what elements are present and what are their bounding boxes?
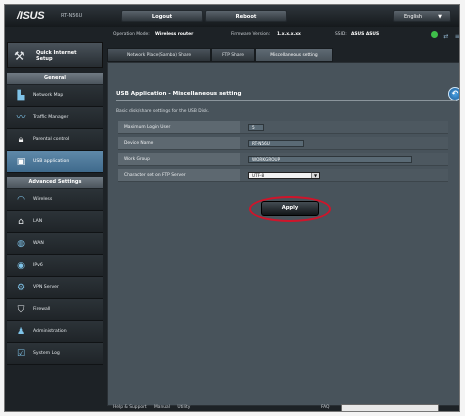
tab-ftp-share[interactable]: FTP Share	[211, 48, 255, 62]
quick-setup-label: Quick Internet Setup	[36, 50, 77, 62]
page-description: Basic disk/share settings for the USB Di…	[116, 109, 210, 114]
ssid-value: ASUS ASUS	[351, 32, 380, 37]
manual-link[interactable]: Manual	[154, 405, 170, 410]
op-mode-label: Operation Mode:	[113, 32, 150, 37]
utility-link[interactable]: Utility	[177, 405, 190, 410]
sidebar-item-traffic-manager[interactable]: 〰 Traffic Manager	[7, 107, 103, 129]
admin-icon: ♟	[16, 327, 26, 337]
sidebar-item-vpn-server[interactable]: ⚙ VPN Server	[7, 277, 103, 299]
status-icons: ⇄ ≡	[431, 31, 459, 40]
sidebar-item-administration[interactable]: ♟ Administration	[7, 321, 103, 343]
back-arrow-icon[interactable]: ↶	[448, 87, 459, 101]
router-admin-window: /ISUS RT-N56U Logout Reboot English ▼ Op…	[4, 4, 460, 412]
shield-icon: ⛉	[17, 305, 25, 315]
work-group-input[interactable]: WORKGROUP	[248, 156, 412, 163]
model-name: RT-N56U	[61, 13, 83, 19]
printer-status-icon[interactable]: ≡	[454, 33, 459, 40]
internet-status-icon[interactable]	[431, 31, 438, 38]
status-bar: Operation Mode: Wireless router Firmware…	[113, 29, 459, 41]
wifi-icon: ◠	[17, 195, 25, 205]
work-group-label: Work Group	[118, 153, 240, 166]
ssid-label: SSID:	[335, 32, 347, 37]
title-divider	[116, 100, 456, 101]
faq-label: FAQ	[321, 405, 330, 410]
advanced-header: Advanced Settings	[7, 177, 103, 188]
language-value: English	[404, 14, 423, 20]
charset-select[interactable]: UTF-8 ▼	[248, 172, 320, 179]
tab-miscellaneous-setting[interactable]: Miscellaneous setting	[255, 48, 333, 62]
max-login-input[interactable]: 5	[248, 124, 264, 131]
usb-status-icon[interactable]: ⇄	[442, 33, 449, 40]
firmware-label: Firmware Version:	[231, 32, 271, 37]
sidebar-item-firewall[interactable]: ⛉ Firewall	[7, 299, 103, 321]
ipv6-icon: ◉	[17, 261, 25, 271]
device-name-input[interactable]: RT-N56U	[248, 140, 304, 147]
max-login-label: Maximum Login User	[118, 121, 240, 134]
sidebar-item-ipv6[interactable]: ◉ IPv6	[7, 255, 103, 277]
wand-icon: ⚒	[14, 49, 25, 63]
setting-row-device-name: Device Name RT-N56U	[118, 137, 448, 150]
help-support-link[interactable]: Help & Support	[113, 405, 147, 410]
log-icon: ☑	[16, 349, 26, 359]
content-panel: USB Application - Miscellaneous setting …	[107, 62, 459, 406]
sidebar-item-usb-application[interactable]: ▣ USB application	[7, 151, 103, 173]
faq-search-input[interactable]	[341, 404, 439, 411]
setting-row-work-group: Work Group WORKGROUP	[118, 153, 448, 166]
language-select[interactable]: English ▼	[393, 10, 451, 22]
sidebar-item-wireless[interactable]: ◠ Wireless	[7, 189, 103, 211]
sidebar-item-lan[interactable]: ⌂ LAN	[7, 211, 103, 233]
charset-label: Character set on FTP Server	[118, 169, 240, 182]
house-icon: ⌂	[18, 217, 24, 227]
page-title: USB Application - Miscellaneous setting	[116, 91, 242, 97]
network-map-icon: ▙	[17, 91, 25, 101]
sidebar-item-network-map[interactable]: ▙ Network Map	[7, 85, 103, 107]
tab-network-place-share[interactable]: Network Place(Samba) Share	[107, 48, 211, 62]
reboot-button[interactable]: Reboot	[205, 10, 287, 22]
brand-logo: /ISUS	[17, 10, 45, 22]
apply-button[interactable]: Apply	[261, 201, 319, 216]
globe-icon: ◍	[17, 239, 25, 249]
device-name-label: Device Name	[118, 137, 240, 150]
traffic-icon: 〰	[16, 113, 26, 123]
usb-icon: ▣	[16, 157, 26, 167]
top-bar: /ISUS RT-N56U Logout Reboot English ▼	[5, 5, 459, 27]
chevron-down-icon: ▼	[438, 14, 442, 20]
chevron-down-icon: ▼	[311, 173, 319, 178]
quick-internet-setup[interactable]: ⚒ Quick Internet Setup	[7, 42, 103, 68]
charset-value: UTF-8	[252, 173, 265, 178]
sidebar-item-system-log[interactable]: ☑ System Log	[7, 343, 103, 365]
lock-icon: 🔒︎	[18, 135, 24, 145]
op-mode-value[interactable]: Wireless router	[155, 32, 193, 37]
setting-row-charset: Character set on FTP Server UTF-8 ▼	[118, 169, 448, 182]
sidebar-item-wan[interactable]: ◍ WAN	[7, 233, 103, 255]
sidebar-item-parental-control[interactable]: 🔒︎ Parental control	[7, 129, 103, 151]
footer-links: Help & Support Manual Utility	[113, 405, 196, 410]
firmware-value[interactable]: 1.x.x.x.xx	[277, 32, 301, 37]
setting-row-max-login: Maximum Login User 5	[118, 121, 448, 134]
vpn-icon: ⚙	[16, 283, 26, 293]
logout-button[interactable]: Logout	[121, 10, 203, 22]
general-header: General	[7, 73, 103, 84]
